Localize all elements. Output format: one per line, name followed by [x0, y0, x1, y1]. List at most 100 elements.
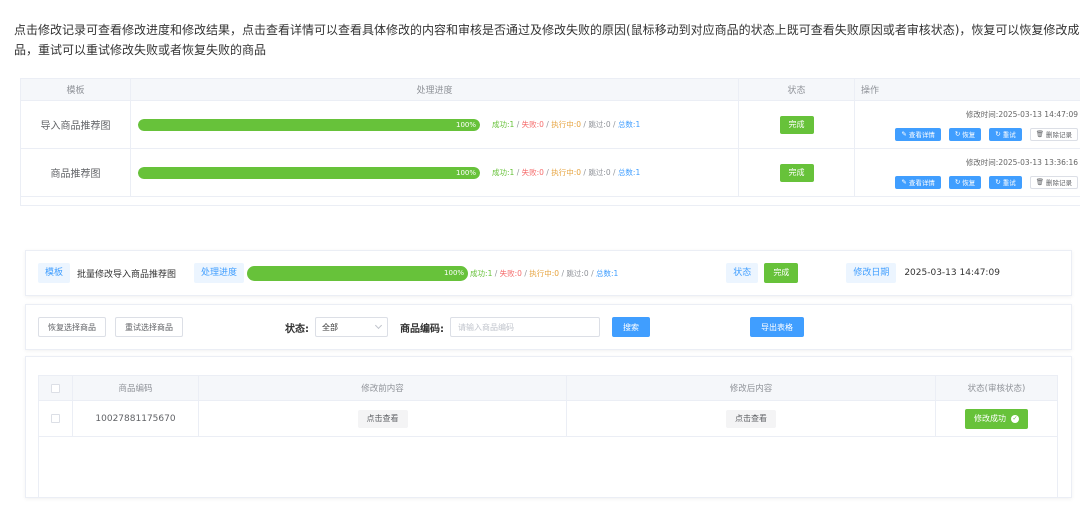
progress-bar: 100% — [138, 118, 480, 131]
view-detail-button[interactable]: ✎ 查看详情 — [895, 175, 941, 189]
status-badge: 完成 — [779, 163, 814, 182]
refresh-icon: ↻ — [995, 178, 1001, 186]
view-after-button[interactable]: 点击查看 — [726, 409, 776, 428]
edit-icon: ✎ — [901, 130, 907, 138]
header-status: 状态(审核状态) — [967, 384, 1026, 394]
modified-time: 修改时间:2025-03-13 14:47:09 — [965, 109, 1078, 119]
status-select[interactable]: 全部 — [315, 317, 388, 337]
records-table-header: 模板 处理进度 状态 操作 — [21, 79, 1080, 101]
delete-record-label: 删除记录 — [1046, 131, 1072, 139]
stat-running: 执行中:0 — [551, 120, 582, 129]
header-template: 模板 — [21, 79, 131, 100]
trash-icon: 🗑 — [1035, 130, 1044, 138]
template-label: 模板 — [38, 263, 71, 283]
stat-skipped: 跳过:0 — [566, 268, 589, 278]
row-checkbox[interactable] — [51, 414, 60, 423]
header-after: 修改后内容 — [567, 376, 936, 400]
select-all-checkbox[interactable] — [51, 383, 60, 393]
records-table: 模板 处理进度 状态 操作 导入商品推荐图 100% 成功:1 / 失败:0 /… — [20, 78, 1080, 206]
retry-button[interactable]: ↻ 重试 — [989, 127, 1022, 141]
status-label: 状态 — [726, 263, 759, 283]
date-label: 修改日期 — [846, 263, 897, 283]
progress-fill — [138, 118, 480, 131]
progress-stats: 成功:1 / 失败:0 / 执行中:0 / 跳过:0 / 总数:1 — [492, 120, 641, 129]
status-select-value: 全部 — [322, 322, 338, 332]
progress-bar: 100% — [138, 166, 480, 179]
status-filter-label: 状态: — [285, 323, 309, 335]
retry-label: 重试 — [1002, 179, 1016, 187]
stat-skipped: 跳过:0 — [588, 168, 611, 177]
status-badge: 完成 — [764, 263, 799, 283]
detail-table-card: 商品编码 修改前内容 修改后内容 状态(审核状态) 10027881175670… — [25, 356, 1072, 498]
view-before-button[interactable]: 点击查看 — [357, 409, 408, 428]
restore-selected-button[interactable]: 恢复选择商品 — [38, 317, 106, 337]
intro-line-1: 点击修改记录可查看修改进度和修改结果，点击查看详情可以查看具体修改的内容和审核是… — [14, 23, 1080, 37]
trash-icon: 🗑 — [1035, 178, 1044, 186]
restore-label: 恢复 — [962, 179, 976, 187]
check-circle-icon: ✓ — [1011, 414, 1019, 423]
stat-fail: 失败:0 — [499, 268, 522, 278]
detail-table-header: 商品编码 修改前内容 修改后内容 状态(审核状态) — [39, 376, 1057, 401]
chevron-down-icon — [374, 321, 383, 330]
stat-total: 总数:1 — [617, 168, 641, 177]
search-button[interactable]: 搜索 — [612, 317, 650, 337]
detail-table: 商品编码 修改前内容 修改后内容 状态(审核状态) 10027881175670… — [38, 375, 1058, 498]
view-detail-label: 查看详情 — [908, 131, 935, 139]
record-template: 导入商品推荐图 — [21, 101, 131, 148]
header-before: 修改前内容 — [199, 376, 567, 400]
stat-success: 成功:1 — [470, 268, 493, 278]
progress-fill — [247, 265, 469, 281]
view-detail-label: 查看详情 — [908, 179, 935, 187]
header-progress: 处理进度 — [131, 79, 739, 100]
restore-label: 恢复 — [962, 131, 976, 139]
progress-percent: 100% — [455, 168, 476, 177]
header-code: 商品编码 — [73, 376, 199, 400]
progress-percent: 100% — [444, 268, 465, 277]
intro-text: 点击修改记录可查看修改进度和修改结果，点击查看详情可以查看具体修改的内容和审核是… — [14, 20, 1080, 60]
view-detail-button[interactable]: ✎ 查看详情 — [895, 127, 941, 141]
stat-total: 总数:1 — [595, 268, 619, 278]
record-template: 商品推荐图 — [21, 149, 131, 196]
date-value: 2025-03-13 14:47:09 — [904, 268, 1000, 278]
refresh-icon: ↻ — [995, 130, 1001, 138]
progress-stats: 成功:1 / 失败:0 / 执行中:0 / 跳过:0 / 总数:1 — [492, 168, 641, 177]
detail-info-card: 模板 批量修改导入商品推荐图 处理进度 100% 成功:1 / 失败:0 / 执… — [25, 250, 1072, 296]
record-row[interactable]: 商品推荐图 100% 成功:1 / 失败:0 / 执行中:0 / 跳过:0 / … — [21, 149, 1080, 197]
code-filter-label: 商品编码: — [400, 323, 444, 335]
progress-fill — [138, 166, 480, 179]
table-empty-space — [39, 437, 1057, 497]
progress-bar: 100% — [247, 265, 469, 281]
filter-bar: 恢复选择商品 重试选择商品 状态: 全部 商品编码: 搜索 导出表格 — [25, 304, 1072, 350]
progress-label: 处理进度 — [194, 263, 245, 283]
header-ops: 操作 — [861, 86, 880, 96]
delete-record-button[interactable]: 🗑 删除记录 — [1029, 127, 1078, 141]
restore-button[interactable]: ↻ 恢复 — [948, 127, 982, 141]
table-row: 10027881175670 点击查看 点击查看 修改成功 ✓ — [39, 401, 1057, 437]
stat-fail: 失败:0 — [521, 168, 544, 177]
status-success-label: 修改成功 — [974, 414, 1006, 423]
retry-button[interactable]: ↻ 重试 — [989, 175, 1022, 189]
header-status: 状态 — [739, 79, 855, 100]
template-value: 批量修改导入商品推荐图 — [77, 269, 177, 280]
stat-success: 成功:1 — [492, 168, 515, 177]
progress-percent: 100% — [455, 120, 476, 129]
refresh-icon: ↻ — [954, 130, 961, 138]
restore-button[interactable]: ↻ 恢复 — [948, 175, 982, 189]
stat-success: 成功:1 — [492, 120, 515, 129]
retry-selected-button[interactable]: 重试选择商品 — [115, 317, 183, 337]
delete-record-button[interactable]: 🗑 删除记录 — [1029, 175, 1078, 189]
stat-fail: 失败:0 — [521, 120, 544, 129]
export-table-button[interactable]: 导出表格 — [750, 317, 804, 337]
product-code: 10027881175670 — [73, 401, 199, 436]
progress-stats: 成功:1 / 失败:0 / 执行中:0 / 跳过:0 / 总数:1 — [470, 268, 619, 278]
status-success-badge[interactable]: 修改成功 ✓ — [965, 408, 1028, 429]
stat-total: 总数:1 — [617, 120, 641, 129]
retry-label: 重试 — [1002, 131, 1016, 139]
record-row[interactable]: 导入商品推荐图 100% 成功:1 / 失败:0 / 执行中:0 / 跳过:0 … — [21, 101, 1080, 149]
delete-record-label: 删除记录 — [1046, 179, 1072, 187]
refresh-icon: ↻ — [954, 178, 961, 186]
modified-time: 修改时间:2025-03-13 13:36:16 — [965, 157, 1078, 167]
status-badge: 完成 — [779, 115, 814, 134]
product-code-input[interactable] — [450, 317, 600, 337]
edit-icon: ✎ — [901, 178, 907, 186]
